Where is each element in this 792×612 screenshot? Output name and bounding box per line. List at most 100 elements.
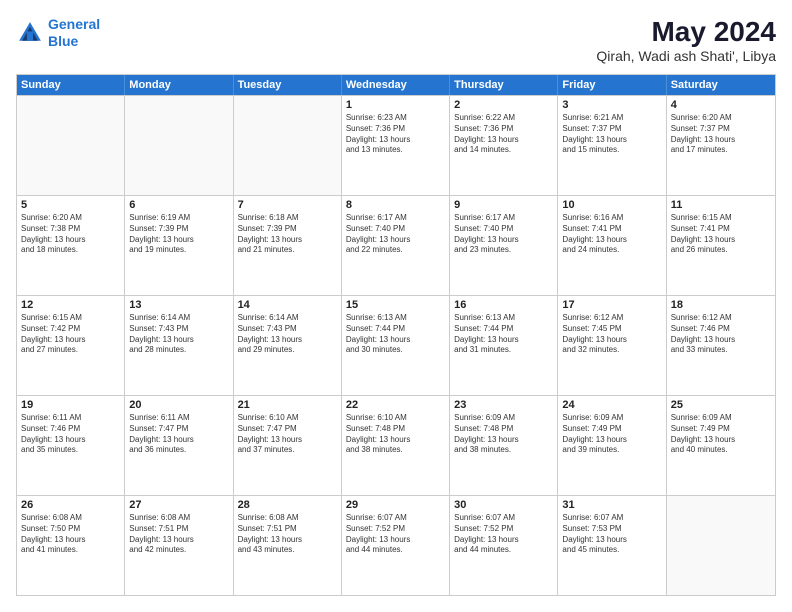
cell-info: Sunrise: 6:23 AM Sunset: 7:36 PM Dayligh…	[346, 113, 445, 156]
day-number: 27	[129, 499, 228, 511]
cell-info: Sunrise: 6:13 AM Sunset: 7:44 PM Dayligh…	[346, 313, 445, 356]
title-block: May 2024 Qirah, Wadi ash Shati', Libya	[596, 16, 776, 64]
cell-info: Sunrise: 6:07 AM Sunset: 7:52 PM Dayligh…	[346, 513, 445, 556]
day-number: 14	[238, 299, 337, 311]
day-number: 5	[21, 199, 120, 211]
calendar-header: SundayMondayTuesdayWednesdayThursdayFrid…	[17, 75, 775, 95]
day-number: 3	[562, 99, 661, 111]
cal-cell-16: 16 Sunrise: 6:13 AM Sunset: 7:44 PM Dayli…	[450, 296, 558, 395]
cell-info: Sunrise: 6:08 AM Sunset: 7:50 PM Dayligh…	[21, 513, 120, 556]
page: General Blue May 2024 Qirah, Wadi ash Sh…	[0, 0, 792, 612]
cal-cell-18: 18Sunrise: 6:12 AM Sunset: 7:46 PM Dayli…	[667, 296, 775, 395]
cal-cell-30: 30 Sunrise: 6:07 AM Sunset: 7:52 PM Dayli…	[450, 496, 558, 595]
cell-info: Sunrise: 6:12 AM Sunset: 7:46 PM Dayligh…	[671, 313, 771, 356]
cell-info: Sunrise: 6:14 AM Sunset: 7:43 PM Dayligh…	[238, 313, 337, 356]
cell-info: Sunrise: 6:15 AM Sunset: 7:41 PM Dayligh…	[671, 213, 771, 256]
header-day-saturday: Saturday	[667, 75, 775, 95]
cal-cell-23: 23 Sunrise: 6:09 AM Sunset: 7:48 PM Dayli…	[450, 396, 558, 495]
cal-cell-10: 10Sunrise: 6:16 AM Sunset: 7:41 PM Dayli…	[558, 196, 666, 295]
day-number: 24	[562, 399, 661, 411]
day-number: 7	[238, 199, 337, 211]
header-day-friday: Friday	[558, 75, 666, 95]
day-number: 30	[454, 499, 553, 511]
cell-info: Sunrise: 6:07 AM Sunset: 7:52 PM Dayligh…	[454, 513, 553, 556]
cal-cell-14: 14 Sunrise: 6:14 AM Sunset: 7:43 PM Dayli…	[234, 296, 342, 395]
calendar-body: 1 Sunrise: 6:23 AM Sunset: 7:36 PM Daylig…	[17, 95, 775, 595]
day-number: 20	[129, 399, 228, 411]
day-number: 2	[454, 99, 553, 111]
header-day-wednesday: Wednesday	[342, 75, 450, 95]
cal-cell-22: 22 Sunrise: 6:10 AM Sunset: 7:48 PM Dayli…	[342, 396, 450, 495]
day-number: 4	[671, 99, 771, 111]
cal-cell-empty-0-0	[17, 96, 125, 195]
header-day-tuesday: Tuesday	[234, 75, 342, 95]
cell-info: Sunrise: 6:17 AM Sunset: 7:40 PM Dayligh…	[346, 213, 445, 256]
week-row-2: 5Sunrise: 6:20 AM Sunset: 7:38 PM Daylig…	[17, 195, 775, 295]
cal-cell-9: 9 Sunrise: 6:17 AM Sunset: 7:40 PM Daylig…	[450, 196, 558, 295]
cell-info: Sunrise: 6:13 AM Sunset: 7:44 PM Dayligh…	[454, 313, 553, 356]
cell-info: Sunrise: 6:22 AM Sunset: 7:36 PM Dayligh…	[454, 113, 553, 156]
cal-cell-1: 1 Sunrise: 6:23 AM Sunset: 7:36 PM Daylig…	[342, 96, 450, 195]
cal-cell-29: 29 Sunrise: 6:07 AM Sunset: 7:52 PM Dayli…	[342, 496, 450, 595]
header: General Blue May 2024 Qirah, Wadi ash Sh…	[16, 16, 776, 64]
day-number: 17	[562, 299, 661, 311]
cell-info: Sunrise: 6:10 AM Sunset: 7:48 PM Dayligh…	[346, 413, 445, 456]
cal-cell-7: 7 Sunrise: 6:18 AM Sunset: 7:39 PM Daylig…	[234, 196, 342, 295]
cell-info: Sunrise: 6:09 AM Sunset: 7:49 PM Dayligh…	[671, 413, 771, 456]
cal-cell-empty-0-1	[125, 96, 233, 195]
cal-cell-28: 28 Sunrise: 6:08 AM Sunset: 7:51 PM Dayli…	[234, 496, 342, 595]
week-row-5: 26Sunrise: 6:08 AM Sunset: 7:50 PM Dayli…	[17, 495, 775, 595]
week-row-3: 12Sunrise: 6:15 AM Sunset: 7:42 PM Dayli…	[17, 295, 775, 395]
cal-cell-8: 8 Sunrise: 6:17 AM Sunset: 7:40 PM Daylig…	[342, 196, 450, 295]
cal-cell-21: 21 Sunrise: 6:10 AM Sunset: 7:47 PM Dayli…	[234, 396, 342, 495]
cell-info: Sunrise: 6:10 AM Sunset: 7:47 PM Dayligh…	[238, 413, 337, 456]
day-number: 31	[562, 499, 661, 511]
cal-cell-24: 24Sunrise: 6:09 AM Sunset: 7:49 PM Dayli…	[558, 396, 666, 495]
day-number: 9	[454, 199, 553, 211]
cell-info: Sunrise: 6:09 AM Sunset: 7:48 PM Dayligh…	[454, 413, 553, 456]
cal-cell-4: 4 Sunrise: 6:20 AM Sunset: 7:37 PM Daylig…	[667, 96, 775, 195]
cal-cell-3: 3Sunrise: 6:21 AM Sunset: 7:37 PM Daylig…	[558, 96, 666, 195]
day-number: 8	[346, 199, 445, 211]
day-number: 16	[454, 299, 553, 311]
cal-cell-5: 5Sunrise: 6:20 AM Sunset: 7:38 PM Daylig…	[17, 196, 125, 295]
cal-cell-17: 17 Sunrise: 6:12 AM Sunset: 7:45 PM Dayli…	[558, 296, 666, 395]
day-number: 28	[238, 499, 337, 511]
cal-cell-12: 12Sunrise: 6:15 AM Sunset: 7:42 PM Dayli…	[17, 296, 125, 395]
day-number: 11	[671, 199, 771, 211]
header-day-thursday: Thursday	[450, 75, 558, 95]
cal-cell-31: 31 Sunrise: 6:07 AM Sunset: 7:53 PM Dayli…	[558, 496, 666, 595]
cell-info: Sunrise: 6:07 AM Sunset: 7:53 PM Dayligh…	[562, 513, 661, 556]
cal-cell-27: 27 Sunrise: 6:08 AM Sunset: 7:51 PM Dayli…	[125, 496, 233, 595]
week-row-4: 19Sunrise: 6:11 AM Sunset: 7:46 PM Dayli…	[17, 395, 775, 495]
day-number: 29	[346, 499, 445, 511]
cell-info: Sunrise: 6:20 AM Sunset: 7:37 PM Dayligh…	[671, 113, 771, 156]
cell-info: Sunrise: 6:16 AM Sunset: 7:41 PM Dayligh…	[562, 213, 661, 256]
logo-general: General	[48, 16, 100, 32]
cell-info: Sunrise: 6:08 AM Sunset: 7:51 PM Dayligh…	[238, 513, 337, 556]
cell-info: Sunrise: 6:18 AM Sunset: 7:39 PM Dayligh…	[238, 213, 337, 256]
cal-cell-empty-0-2	[234, 96, 342, 195]
month-title: May 2024	[596, 16, 776, 48]
cell-info: Sunrise: 6:15 AM Sunset: 7:42 PM Dayligh…	[21, 313, 120, 356]
day-number: 21	[238, 399, 337, 411]
cell-info: Sunrise: 6:08 AM Sunset: 7:51 PM Dayligh…	[129, 513, 228, 556]
day-number: 22	[346, 399, 445, 411]
week-row-1: 1 Sunrise: 6:23 AM Sunset: 7:36 PM Daylig…	[17, 95, 775, 195]
day-number: 15	[346, 299, 445, 311]
logo: General Blue	[16, 16, 100, 50]
location: Qirah, Wadi ash Shati', Libya	[596, 48, 776, 64]
day-number: 13	[129, 299, 228, 311]
cell-info: Sunrise: 6:17 AM Sunset: 7:40 PM Dayligh…	[454, 213, 553, 256]
cal-cell-26: 26Sunrise: 6:08 AM Sunset: 7:50 PM Dayli…	[17, 496, 125, 595]
day-number: 1	[346, 99, 445, 111]
cell-info: Sunrise: 6:12 AM Sunset: 7:45 PM Dayligh…	[562, 313, 661, 356]
day-number: 23	[454, 399, 553, 411]
logo-blue: Blue	[48, 33, 78, 49]
calendar: SundayMondayTuesdayWednesdayThursdayFrid…	[16, 74, 776, 596]
cal-cell-13: 13Sunrise: 6:14 AM Sunset: 7:43 PM Dayli…	[125, 296, 233, 395]
cell-info: Sunrise: 6:19 AM Sunset: 7:39 PM Dayligh…	[129, 213, 228, 256]
cell-info: Sunrise: 6:11 AM Sunset: 7:46 PM Dayligh…	[21, 413, 120, 456]
cal-cell-25: 25Sunrise: 6:09 AM Sunset: 7:49 PM Dayli…	[667, 396, 775, 495]
day-number: 6	[129, 199, 228, 211]
